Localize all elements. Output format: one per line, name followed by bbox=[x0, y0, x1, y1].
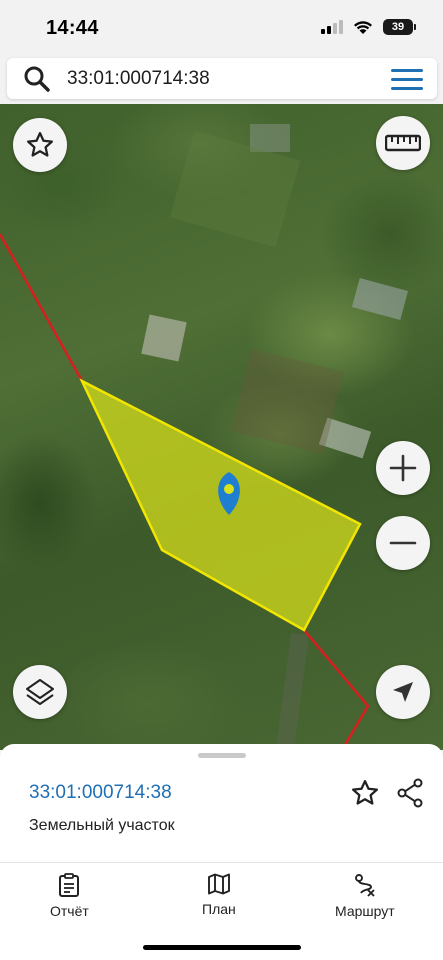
map-building bbox=[141, 314, 187, 362]
cadastral-boundary-line bbox=[0, 233, 84, 382]
nav-plan-label: План bbox=[202, 901, 236, 917]
wifi-icon bbox=[354, 20, 372, 34]
map-icon bbox=[207, 873, 230, 895]
status-time: 14:44 bbox=[46, 17, 99, 39]
route-icon bbox=[354, 874, 375, 897]
ruler-button[interactable] bbox=[376, 116, 430, 170]
minus-icon bbox=[389, 541, 417, 545]
layers-icon bbox=[26, 679, 54, 705]
nav-route[interactable]: Маршрут bbox=[335, 873, 395, 919]
zoom-out-button[interactable] bbox=[376, 516, 430, 570]
clipboard-icon bbox=[59, 873, 80, 897]
hamburger-menu-icon[interactable] bbox=[391, 67, 423, 91]
share-icon[interactable] bbox=[396, 778, 424, 808]
parcel-info-sheet[interactable]: 33:01:000714:38 Земельный участок bbox=[0, 744, 443, 862]
search-input[interactable]: 33:01:000714:38 bbox=[67, 68, 210, 90]
status-icons: 39 bbox=[321, 19, 416, 35]
nav-route-label: Маршрут bbox=[335, 903, 395, 919]
cellular-signal-icon bbox=[321, 20, 343, 34]
sheet-drag-handle[interactable] bbox=[198, 753, 246, 758]
map-overlay bbox=[0, 124, 409, 750]
zoom-in-button[interactable] bbox=[376, 441, 430, 495]
status-bar: 14:44 39 bbox=[0, 0, 443, 56]
star-outline-icon bbox=[27, 132, 53, 157]
cadastral-boundary-line bbox=[303, 629, 370, 750]
home-indicator[interactable] bbox=[143, 945, 301, 950]
parcel-cadastral-number[interactable]: 33:01:000714:38 bbox=[29, 782, 172, 804]
nav-plan[interactable]: План bbox=[202, 873, 236, 917]
parcel-type-label: Земельный участок bbox=[29, 817, 175, 834]
map-building bbox=[351, 278, 409, 320]
battery-icon: 39 bbox=[383, 19, 416, 35]
favorite-star-icon[interactable] bbox=[350, 778, 380, 808]
map-road bbox=[276, 632, 309, 750]
nav-report[interactable]: Отчёт bbox=[50, 873, 89, 919]
battery-level: 39 bbox=[391, 21, 405, 33]
search-bar[interactable]: 33:01:000714:38 bbox=[7, 58, 437, 99]
ruler-icon bbox=[385, 134, 421, 152]
map-plot bbox=[230, 348, 344, 455]
plus-icon bbox=[389, 454, 417, 482]
navigation-arrow-icon bbox=[393, 682, 413, 702]
search-icon[interactable] bbox=[23, 65, 51, 93]
bottom-navigation: Отчёт План Маршрут bbox=[0, 862, 443, 960]
map-building bbox=[250, 124, 290, 152]
layers-button[interactable] bbox=[13, 665, 67, 719]
nav-report-label: Отчёт bbox=[50, 903, 89, 919]
favorite-button[interactable] bbox=[13, 118, 67, 172]
my-location-button[interactable] bbox=[376, 665, 430, 719]
satellite-map[interactable] bbox=[0, 104, 443, 750]
